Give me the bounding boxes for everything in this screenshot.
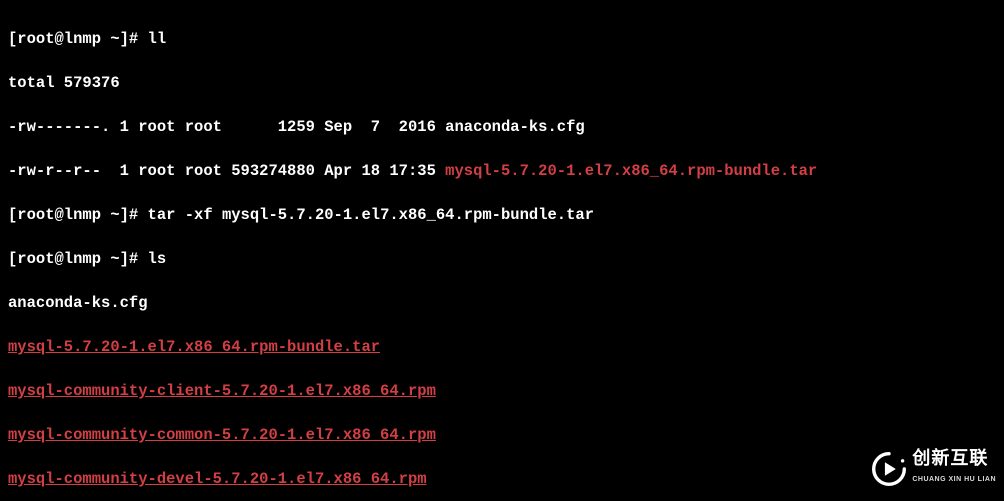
terminal-line: [root@lnmp ~]# ll: [8, 28, 996, 50]
terminal-line: -rw-r--r-- 1 root root 593274880 Apr 18 …: [8, 160, 996, 182]
watermark-title: 创新互联: [912, 447, 996, 469]
shell-prompt: [root@lnmp ~]#: [8, 250, 148, 268]
file-name: mysql-5.7.20-1.el7.x86_64.rpm-bundle.tar: [445, 162, 817, 180]
watermark-subtitle: CHUANG XIN HU LIAN: [912, 469, 996, 491]
terminal-output[interactable]: [root@lnmp ~]# ll total 579376 -rw------…: [0, 0, 1004, 501]
terminal-line: -rw-------. 1 root root 1259 Sep 7 2016 …: [8, 116, 996, 138]
file-meta: -rw-r--r-- 1 root root 593274880 Apr 18 …: [8, 162, 445, 180]
file-name: mysql-community-common-5.7.20-1.el7.x86_…: [8, 426, 436, 444]
command-text: ll: [148, 30, 167, 48]
file-name: mysql-community-devel-5.7.20-1.el7.x86_6…: [8, 470, 427, 488]
terminal-line: total 579376: [8, 72, 996, 94]
terminal-line: mysql-community-devel-5.7.20-1.el7.x86_6…: [8, 468, 996, 490]
command-text: tar -xf mysql-5.7.20-1.el7.x86_64.rpm-bu…: [148, 206, 594, 224]
terminal-line: mysql-5.7.20-1.el7.x86_64.rpm-bundle.tar: [8, 336, 996, 358]
command-text: ls: [148, 250, 167, 268]
shell-prompt: [root@lnmp ~]#: [8, 206, 148, 224]
terminal-line: mysql-community-common-5.7.20-1.el7.x86_…: [8, 424, 996, 446]
file-name: mysql-5.7.20-1.el7.x86_64.rpm-bundle.tar: [8, 338, 380, 356]
terminal-line: [root@lnmp ~]# tar -xf mysql-5.7.20-1.el…: [8, 204, 996, 226]
terminal-line: anaconda-ks.cfg: [8, 292, 996, 314]
watermark: 创新互联 CHUANG XIN HU LIAN: [872, 447, 996, 491]
shell-prompt: [root@lnmp ~]#: [8, 30, 148, 48]
file-name: mysql-community-client-5.7.20-1.el7.x86_…: [8, 382, 436, 400]
terminal-line: [root@lnmp ~]# ls: [8, 248, 996, 270]
logo-icon: [872, 452, 906, 486]
terminal-line: mysql-community-client-5.7.20-1.el7.x86_…: [8, 380, 996, 402]
